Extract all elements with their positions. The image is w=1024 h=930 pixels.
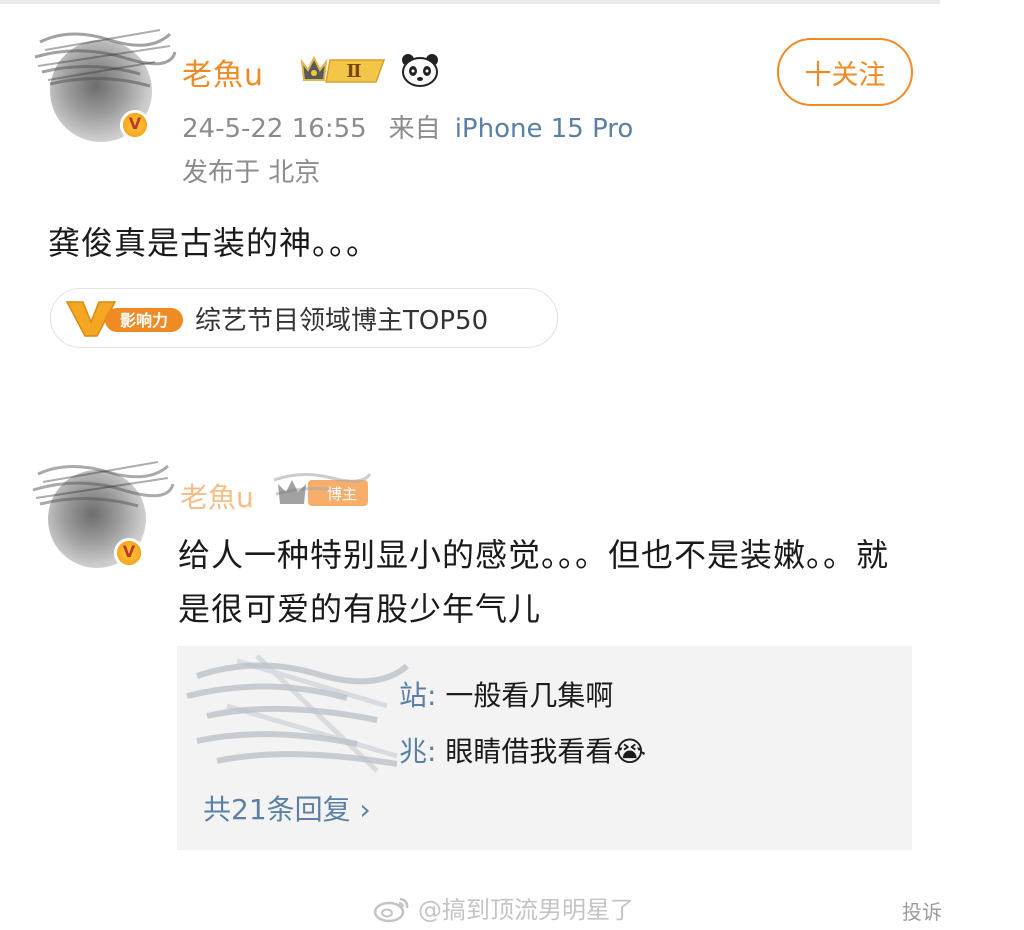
comment-author-name[interactable]: 老魚u bbox=[180, 476, 254, 516]
post-meta: 24-5-22 16:55 来自 iPhone 15 Pro bbox=[182, 108, 633, 145]
reply-author[interactable]: 站: bbox=[399, 679, 436, 712]
reply-preview-box[interactable]: 站: 一般看几集啊 兆: 眼睛借我看看😭 共21条回复 › bbox=[177, 646, 912, 850]
reply-text: 一般看几集啊 bbox=[436, 679, 614, 712]
reply-author[interactable]: 兆: bbox=[399, 735, 436, 768]
post-author-name[interactable]: 老魚u bbox=[182, 50, 264, 94]
follow-button[interactable]: 十关注 bbox=[777, 38, 913, 106]
avatar-scribble bbox=[32, 461, 175, 508]
verified-v-icon: V bbox=[114, 538, 144, 568]
panda-icon bbox=[402, 54, 438, 87]
reply-row[interactable]: 兆: 眼睛借我看看😭 bbox=[399, 730, 646, 770]
verified-v-icon: V bbox=[120, 110, 150, 140]
author-badge-icon: 博主 bbox=[273, 473, 372, 506]
weibo-logo-icon bbox=[373, 897, 409, 922]
rank-label: Ⅱ bbox=[346, 61, 361, 82]
reply-row[interactable]: 站: 一般看几集啊 bbox=[399, 674, 613, 714]
reply-text: 眼睛借我看看😭 bbox=[436, 735, 647, 768]
influence-tag[interactable]: 影响力 综艺节目领域博主TOP50 bbox=[50, 288, 558, 348]
influence-badge-label: 影响力 bbox=[120, 311, 168, 330]
comment-body-text: 给人一种特别显小的感觉。。。但也不是装嫩。。就是很可爱的有股少年气儿 bbox=[178, 536, 890, 628]
top-divider bbox=[0, 0, 940, 4]
post-location: 发布于 北京 bbox=[182, 158, 321, 188]
source-prefix: 来自 bbox=[388, 114, 441, 144]
reply-names-scribble bbox=[186, 654, 409, 773]
weibo-watermark: @搞到顶流男明星了 bbox=[372, 890, 634, 925]
influence-v-badge-icon: 影响力 bbox=[65, 301, 183, 337]
more-replies-link[interactable]: 共21条回复 › bbox=[203, 788, 371, 828]
post-date: 24-5-22 16:55 bbox=[182, 114, 367, 144]
post-device-link[interactable]: iPhone 15 Pro bbox=[455, 114, 634, 144]
author-badge-label: 博主 bbox=[327, 485, 357, 503]
comment-avatar[interactable]: V bbox=[32, 461, 175, 568]
watermark-text: @搞到顶流男明星了 bbox=[418, 896, 634, 924]
post-body-text: 龚俊真是古装的神。。。 bbox=[48, 224, 380, 262]
avatar-scribble bbox=[34, 29, 177, 88]
report-link[interactable]: 投诉 bbox=[902, 896, 942, 925]
post-avatar[interactable]: V bbox=[34, 29, 177, 142]
influence-text: 综艺节目领域博主TOP50 bbox=[195, 305, 489, 336]
rank-crown-badge-icon: Ⅱ bbox=[300, 55, 386, 83]
